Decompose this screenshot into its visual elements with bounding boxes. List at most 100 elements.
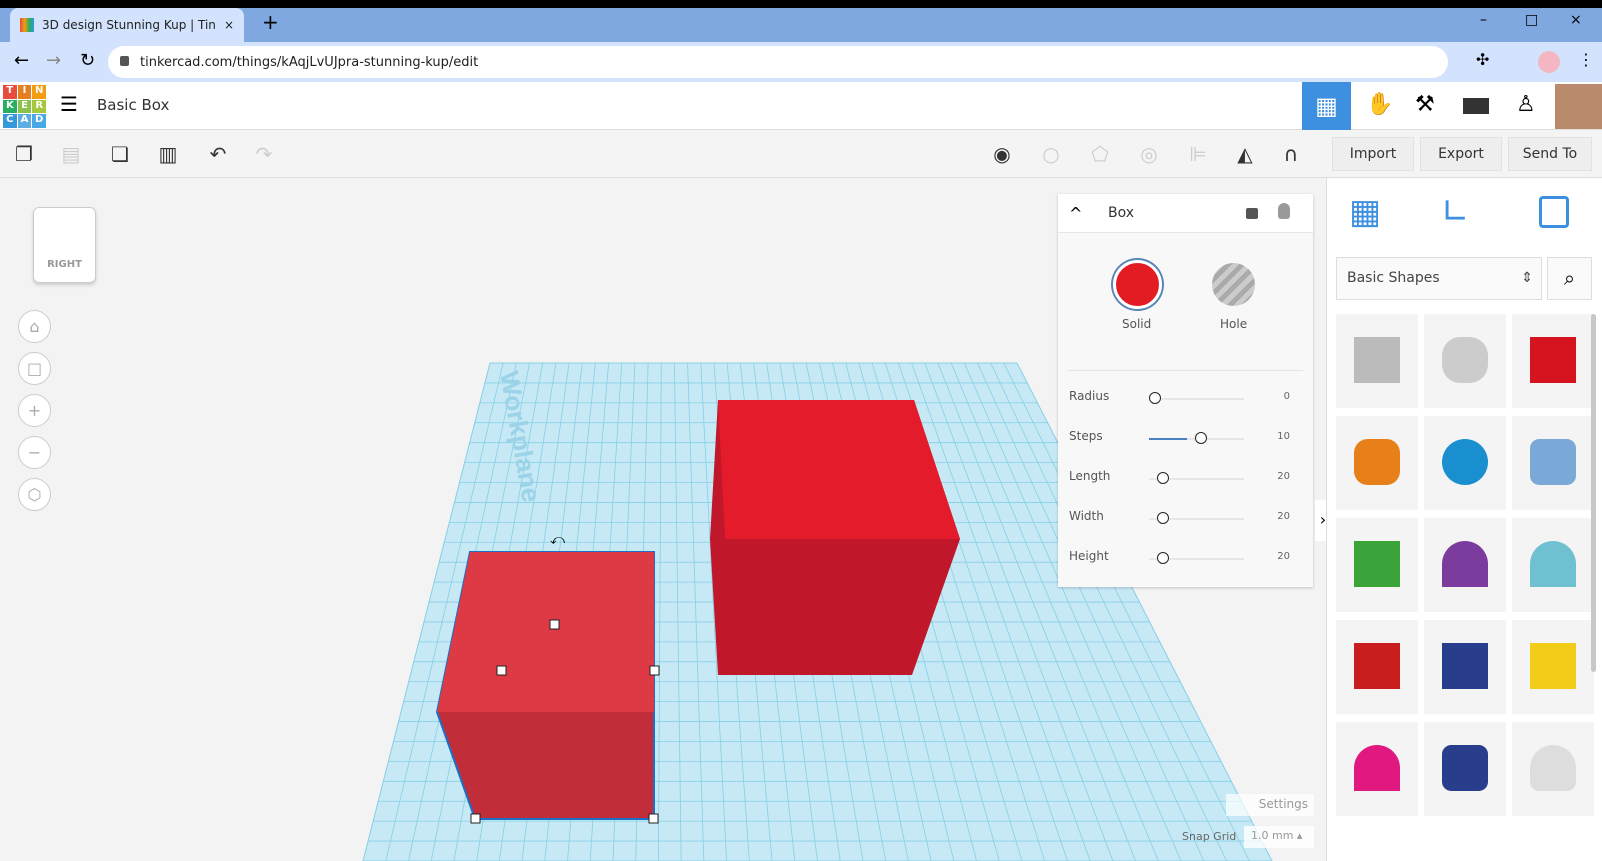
- lock-icon[interactable]: [1246, 208, 1258, 219]
- shape-hexagonal-prism[interactable]: [1424, 722, 1506, 816]
- hide-icon[interactable]: ○: [1035, 138, 1067, 170]
- shape-text[interactable]: [1336, 620, 1418, 714]
- home-view-icon[interactable]: ⌂: [18, 310, 51, 343]
- param-value[interactable]: 20: [1277, 511, 1290, 522]
- blocks-icon[interactable]: ✋: [1366, 92, 1393, 117]
- selected-box[interactable]: ⤺: [435, 532, 660, 824]
- slider-knob[interactable]: [1157, 552, 1169, 564]
- resize-handle[interactable]: [649, 665, 660, 676]
- view-cube[interactable]: RIGHT: [33, 207, 96, 283]
- cruise-icon[interactable]: ∩: [1275, 138, 1307, 170]
- export-button[interactable]: Export: [1420, 137, 1502, 171]
- import-button[interactable]: Import: [1332, 137, 1414, 171]
- shape-roof[interactable]: [1336, 518, 1418, 612]
- profile-icon[interactable]: [1538, 51, 1560, 73]
- param-value[interactable]: 20: [1277, 551, 1290, 562]
- collapse-chevron-icon[interactable]: ^: [1069, 204, 1082, 223]
- hole-button[interactable]: [1212, 263, 1255, 306]
- notes-icon[interactable]: [1539, 196, 1569, 228]
- shape-box[interactable]: [1512, 314, 1594, 408]
- box-shape[interactable]: [710, 400, 960, 675]
- shape-pyramid[interactable]: [1512, 620, 1594, 714]
- delete-icon[interactable]: ▥: [152, 138, 184, 170]
- new-tab-button[interactable]: +: [262, 10, 279, 34]
- align-icon[interactable]: ⊫: [1182, 138, 1214, 170]
- resize-handle[interactable]: [470, 813, 481, 824]
- design-title[interactable]: Basic Box: [97, 96, 169, 114]
- group-icon[interactable]: ⬠: [1084, 138, 1116, 170]
- extensions-icon[interactable]: ✣: [1476, 50, 1489, 69]
- shape-polygon[interactable]: [1424, 620, 1506, 714]
- param-value[interactable]: 20: [1277, 471, 1290, 482]
- snap-grid-value: 1.0 mm: [1251, 829, 1294, 842]
- light-bulb-icon[interactable]: [1278, 203, 1290, 219]
- address-bar: ← → ↻ tinkercad.com/things/kAqjLvUJpra-s…: [0, 42, 1602, 82]
- bricks-icon[interactable]: ⚒: [1415, 92, 1435, 117]
- half-sphere-icon: [1354, 745, 1400, 791]
- reload-icon[interactable]: ↻: [80, 50, 95, 71]
- rotate-handle-icon[interactable]: ⤺: [550, 532, 565, 548]
- param-value[interactable]: 10: [1277, 431, 1290, 442]
- shape-round-roof[interactable]: [1512, 518, 1594, 612]
- design-list-icon[interactable]: ☰: [60, 92, 78, 116]
- invite-user-icon[interactable]: ♙: [1516, 92, 1536, 117]
- category-select[interactable]: Basic Shapes ⇕: [1336, 257, 1542, 300]
- fit-view-icon[interactable]: □: [18, 352, 51, 385]
- param-value[interactable]: 0: [1284, 391, 1290, 402]
- lego-icon[interactable]: [1463, 98, 1489, 114]
- avatar[interactable]: [1555, 84, 1602, 129]
- zoom-out-icon[interactable]: −: [18, 436, 51, 469]
- browser-tab-bar: 3D design Stunning Kup | Tinkerc × + – □…: [0, 0, 1602, 42]
- slider-knob[interactable]: [1157, 512, 1169, 524]
- url-input[interactable]: tinkercad.com/things/kAqjLvUJpra-stunnin…: [108, 46, 1448, 78]
- tab-title: 3D design Stunning Kup | Tinkerc: [42, 18, 216, 32]
- solid-button[interactable]: [1113, 260, 1162, 309]
- perspective-icon[interactable]: ⬡: [18, 478, 51, 511]
- shape-cylinder-hole[interactable]: [1424, 314, 1506, 408]
- round-roof-icon: [1530, 541, 1576, 587]
- resize-handle[interactable]: [648, 813, 659, 824]
- slider-knob[interactable]: [1149, 392, 1161, 404]
- shape-sphere[interactable]: [1424, 416, 1506, 510]
- resize-handle[interactable]: [496, 665, 507, 676]
- copy-icon[interactable]: ❐: [8, 138, 40, 170]
- redo-icon[interactable]: ↷: [248, 138, 280, 170]
- height-handle[interactable]: [549, 619, 560, 630]
- snap-grid-select[interactable]: 1.0 mm ▴: [1244, 826, 1314, 848]
- maximize-icon[interactable]: □: [1525, 12, 1538, 28]
- roof-icon: [1354, 541, 1400, 587]
- polygon-icon: [1442, 643, 1488, 689]
- ungroup-icon[interactable]: ◎: [1133, 138, 1165, 170]
- undo-icon[interactable]: ↶: [202, 138, 234, 170]
- back-icon[interactable]: ←: [14, 50, 29, 71]
- shape-cone[interactable]: [1424, 518, 1506, 612]
- shape-scribble[interactable]: [1512, 416, 1594, 510]
- tinkercad-logo[interactable]: TINKERCAD: [3, 85, 46, 128]
- ruler-icon[interactable]: ∟: [1441, 192, 1470, 232]
- slider-knob[interactable]: [1195, 432, 1207, 444]
- shape-cylinder[interactable]: [1336, 416, 1418, 510]
- workplane-icon[interactable]: ▦: [1349, 192, 1381, 232]
- 3d-view-button[interactable]: ▦: [1302, 82, 1351, 130]
- menu-icon[interactable]: ⋮: [1578, 50, 1594, 69]
- send-to-button[interactable]: Send To: [1508, 137, 1592, 171]
- settings-button[interactable]: Settings: [1226, 794, 1314, 816]
- duplicate-icon[interactable]: ❏: [104, 138, 136, 170]
- shape-half-sphere[interactable]: [1336, 722, 1418, 816]
- cylinder-icon: [1354, 439, 1400, 485]
- slider-knob[interactable]: [1157, 472, 1169, 484]
- shape-paraboloid[interactable]: [1512, 722, 1594, 816]
- show-all-icon[interactable]: ◉: [986, 138, 1018, 170]
- close-window-icon[interactable]: ×: [1570, 12, 1582, 28]
- minimize-icon[interactable]: –: [1480, 12, 1487, 28]
- browser-tab[interactable]: 3D design Stunning Kup | Tinkerc ×: [10, 8, 244, 42]
- param-slider[interactable]: [1149, 398, 1244, 400]
- mirror-icon[interactable]: ◭: [1229, 138, 1261, 170]
- scrollbar[interactable]: [1591, 314, 1596, 672]
- shape-box-hole[interactable]: [1336, 314, 1418, 408]
- forward-icon[interactable]: →: [46, 50, 61, 71]
- close-tab-icon[interactable]: ×: [224, 18, 234, 32]
- search-button[interactable]: ⌕: [1547, 257, 1592, 300]
- zoom-in-icon[interactable]: +: [18, 394, 51, 427]
- paste-icon[interactable]: ▤: [55, 138, 87, 170]
